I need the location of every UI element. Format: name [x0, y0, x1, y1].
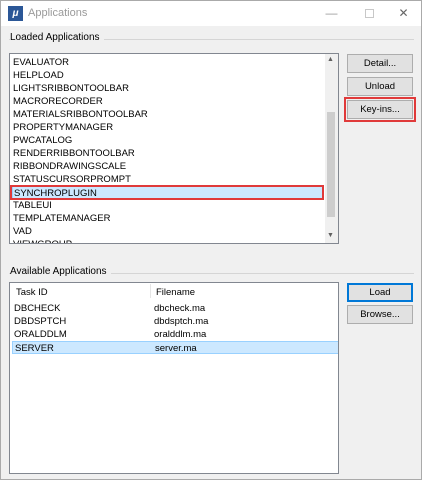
- list-item[interactable]: EVALUATOR: [12, 56, 323, 69]
- minimize-button[interactable]: —: [315, 1, 348, 26]
- list-item[interactable]: PWCATALOG: [12, 134, 323, 147]
- list-item[interactable]: RENDERRIBBONTOOLBAR: [12, 147, 323, 160]
- maximize-icon: [365, 9, 374, 19]
- list-item[interactable]: LIGHTSRIBBONTOOLBAR: [12, 82, 323, 95]
- table-row[interactable]: DBDSPTCH dbdsptch.ma: [12, 315, 338, 328]
- microstation-app-icon: μ: [8, 6, 23, 21]
- close-button[interactable]: ✕: [387, 1, 420, 26]
- table-row-selected[interactable]: SERVER server.ma: [12, 341, 338, 354]
- available-applications-table[interactable]: Task ID Filename DBCHECK dbcheck.ma DBDSPT…: [9, 282, 339, 474]
- filename-cell: oralddlm.ma: [154, 329, 207, 340]
- list-item[interactable]: MATERIALSRIBBONTOOLBAR: [12, 108, 323, 121]
- column-separator[interactable]: [150, 284, 151, 298]
- list-item[interactable]: VIEWGROUP: [12, 238, 323, 243]
- task-id-cell: DBCHECK: [14, 303, 61, 314]
- loaded-applications-list[interactable]: ▲ ▼ EVALUATOR HELPLOAD LIGHTSRIBBONTOOLBAR…: [9, 53, 339, 244]
- list-item[interactable]: PROPERTYMANAGER: [12, 121, 323, 134]
- list-item[interactable]: MACRORECORDER: [12, 95, 323, 108]
- detail-button[interactable]: Detail...: [347, 54, 413, 73]
- window-title: Applications: [28, 7, 88, 19]
- list-item[interactable]: TABLEUI: [12, 199, 323, 212]
- task-id-cell: ORALDDLM: [14, 329, 67, 340]
- minimize-icon: —: [325, 6, 338, 20]
- close-icon: ✕: [398, 6, 409, 20]
- scroll-up-icon[interactable]: ▲: [325, 54, 336, 66]
- loaded-applications-label: Loaded Applications: [10, 32, 104, 43]
- keyins-highlight-box: [344, 97, 416, 122]
- list-item[interactable]: RIBBONDRAWINGSCALE: [12, 160, 323, 173]
- list-item[interactable]: VAD: [12, 225, 323, 238]
- table-row[interactable]: DBCHECK dbcheck.ma: [12, 302, 338, 315]
- list-item[interactable]: HELPLOAD: [12, 69, 323, 82]
- scroll-thumb[interactable]: [327, 112, 335, 217]
- filename-cell: dbcheck.ma: [154, 303, 206, 314]
- column-header-filename[interactable]: Filename: [156, 286, 195, 300]
- available-applications-label: Available Applications: [10, 266, 111, 277]
- applications-dialog: μ Applications — ✕ Loaded Applications ▲…: [0, 0, 422, 480]
- task-id-cell: DBDSPTCH: [14, 316, 67, 327]
- loaded-list-scrollbar[interactable]: ▲ ▼: [325, 54, 338, 243]
- maximize-button[interactable]: [353, 1, 386, 26]
- table-row[interactable]: ORALDDLM oralddlm.ma: [12, 328, 338, 341]
- unload-button[interactable]: Unload: [347, 77, 413, 96]
- filename-cell: dbdsptch.ma: [154, 316, 209, 327]
- browse-button[interactable]: Browse...: [347, 305, 413, 324]
- selected-item-highlight-box: [10, 185, 324, 200]
- load-button[interactable]: Load: [347, 283, 413, 302]
- filename-cell: server.ma: [155, 343, 197, 354]
- title-bar[interactable]: μ Applications — ✕: [1, 1, 421, 26]
- list-item[interactable]: TEMPLATEMANAGER: [12, 212, 323, 225]
- scroll-down-icon[interactable]: ▼: [325, 230, 336, 242]
- column-header-task-id[interactable]: Task ID: [16, 286, 48, 300]
- task-id-cell: SERVER: [15, 343, 54, 354]
